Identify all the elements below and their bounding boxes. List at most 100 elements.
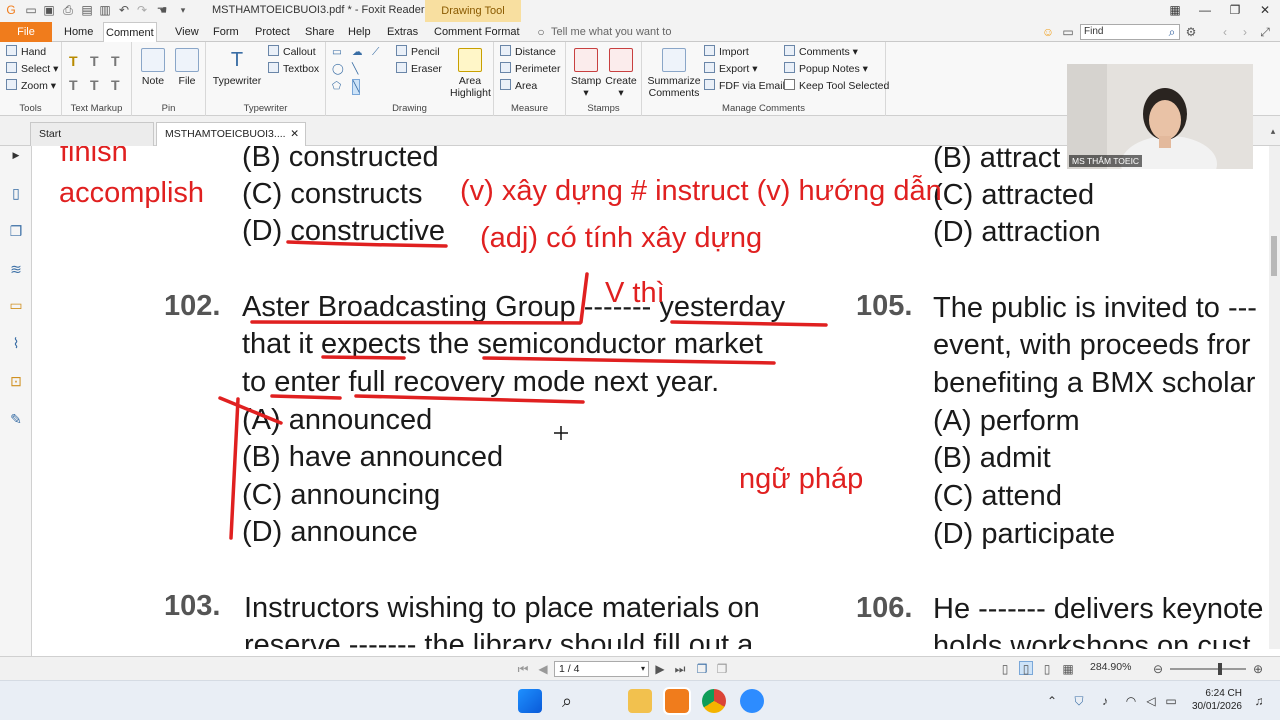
polyline-icon[interactable]: ⟋ [372, 45, 379, 59]
polygon-icon[interactable]: ⬠ [332, 79, 341, 93]
foxit-reader-taskbar-icon[interactable] [663, 687, 691, 715]
ribbon-display-icon[interactable]: ▦ [1166, 2, 1184, 18]
distance-button[interactable]: Distance [500, 45, 556, 59]
notifications-bell-icon[interactable]: ♫ [1252, 694, 1266, 708]
message-icon[interactable]: ▭ [1061, 25, 1075, 39]
oval-icon[interactable]: ◯ [332, 62, 344, 76]
layers-icon[interactable]: ≋ [7, 260, 25, 278]
arrow-line-icon[interactable]: ╲ [352, 79, 361, 95]
close-button[interactable]: ✕ [1256, 2, 1274, 18]
create-stamp-button[interactable]: Create ▾ [604, 48, 638, 99]
customize-qa-icon[interactable]: ▾ [176, 3, 190, 17]
battery-icon[interactable]: ▭ [1164, 694, 1178, 708]
replace-text-icon[interactable]: T [90, 78, 99, 92]
minimize-button[interactable]: — [1196, 2, 1214, 18]
security-lock-icon[interactable]: ⊡ [7, 372, 25, 390]
zoom-level[interactable]: 284.90% [1090, 661, 1131, 673]
next-view-icon[interactable]: ❐ [715, 662, 729, 676]
zoom-in-icon[interactable]: ⊕ [1251, 662, 1265, 676]
zoom-slider[interactable] [1170, 668, 1246, 670]
pages-icon[interactable]: ▥ [98, 3, 112, 17]
next-page-icon[interactable]: ▶ [653, 662, 667, 676]
hand-tool[interactable]: Hand [6, 45, 46, 59]
properties-icon[interactable]: ▤ [80, 3, 94, 17]
zoom-tool[interactable]: Zoom ▾ [6, 79, 56, 93]
document-page[interactable]: (B) constructed (C) constructs (D) const… [40, 146, 1269, 649]
volume-icon[interactable]: ◁ [1144, 694, 1158, 708]
file-tab[interactable]: File [0, 22, 52, 42]
system-clock[interactable]: 6:24 CH 30/01/2026 [1192, 687, 1242, 713]
strikeout-icon[interactable]: T [69, 78, 78, 92]
single-page-icon[interactable]: ▯ [998, 662, 1012, 676]
zoom-slider-handle[interactable] [1218, 663, 1222, 675]
textbox-button[interactable]: Textbox [268, 62, 319, 76]
summarize-comments-button[interactable]: Summarize Comments [646, 48, 702, 99]
file-explorer-icon[interactable] [628, 689, 652, 713]
facing-page-icon[interactable]: ▯ [1040, 662, 1054, 676]
previous-view-icon[interactable]: ❐ [695, 662, 709, 676]
restore-button[interactable]: ❐ [1226, 2, 1244, 18]
page-dropdown-icon[interactable]: ▾ [641, 662, 645, 676]
page-thumbnails-icon[interactable]: ❐ [7, 222, 25, 240]
underline-icon[interactable]: T [111, 54, 120, 68]
wifi-icon[interactable]: ◠ [1124, 694, 1138, 708]
last-page-icon[interactable]: ⏭ [673, 662, 687, 676]
area-button[interactable]: Area [500, 79, 537, 93]
settings-gear-icon[interactable]: ⚙ [1184, 25, 1198, 39]
tab-help[interactable]: Help [346, 22, 373, 42]
windows-start-icon[interactable] [518, 689, 542, 713]
keep-tool-selected-checkbox[interactable]: Keep Tool Selected [784, 79, 889, 93]
tab-document[interactable]: MSTHAMTOEICBUOI3.... ✕ [156, 122, 306, 146]
signature-icon[interactable]: ✎ [7, 410, 25, 428]
open-icon[interactable]: ▭ [24, 3, 38, 17]
pencil-button[interactable]: Pencil [396, 45, 440, 59]
select-tool[interactable]: Select ▾ [6, 62, 58, 76]
back-arrow-icon[interactable]: ‹ [1218, 25, 1232, 39]
tab-share[interactable]: Share [303, 22, 336, 42]
first-page-icon[interactable]: ⏮ [516, 662, 530, 676]
popup-notes-dropdown[interactable]: Popup Notes ▾ [784, 62, 868, 76]
close-tab-icon[interactable]: ✕ [290, 123, 299, 145]
typewriter-button[interactable]: T Typewriter [212, 48, 262, 87]
search-icon[interactable]: ⌕ [1165, 25, 1179, 39]
expand-panel-icon[interactable]: ▶ [7, 146, 25, 164]
undo-icon[interactable]: ↶ [117, 3, 131, 17]
highlight-text-icon[interactable]: T [69, 54, 78, 68]
area-highlight-button[interactable]: Area Highlight [450, 48, 491, 99]
cloud-icon[interactable]: ☁ [352, 45, 363, 59]
rectangle-icon[interactable]: ▭ [332, 45, 342, 59]
eraser-button[interactable]: Eraser [396, 62, 442, 76]
tab-start[interactable]: Start [30, 122, 154, 146]
print-icon[interactable]: ⎙ [61, 3, 75, 17]
tab-extras[interactable]: Extras [385, 22, 420, 42]
show-hidden-icons-icon[interactable]: ⌃ [1045, 694, 1059, 708]
microphone-icon[interactable]: ♪ [1098, 694, 1112, 708]
stamp-button[interactable]: Stamp ▾ [570, 48, 602, 99]
note-button[interactable]: Note [140, 48, 166, 87]
continuous-page-icon[interactable]: ▯ [1019, 661, 1033, 676]
tab-view[interactable]: View [173, 22, 201, 42]
collapse-ribbon-icon[interactable]: ▴ [1266, 124, 1280, 138]
bookmark-icon[interactable]: ▯ [7, 184, 25, 202]
import-button[interactable]: Import [704, 45, 749, 59]
perimeter-button[interactable]: Perimeter [500, 62, 561, 76]
scrollbar-thumb[interactable] [1271, 236, 1277, 276]
zoom-app-icon[interactable] [740, 689, 764, 713]
chrome-icon[interactable] [702, 689, 726, 713]
previous-page-icon[interactable]: ◀ [536, 662, 550, 676]
drawing-tool-context-tab[interactable]: Drawing Tool [425, 0, 521, 22]
redo-icon[interactable]: ↷ [135, 3, 149, 17]
callout-button[interactable]: Callout [268, 45, 316, 59]
forward-arrow-icon[interactable]: › [1238, 25, 1252, 39]
smiley-icon[interactable]: ☺ [1041, 25, 1055, 39]
vertical-scrollbar[interactable] [1269, 146, 1280, 649]
page-number-field[interactable]: 1 / 4 ▾ [554, 661, 649, 677]
tab-form[interactable]: Form [211, 22, 241, 42]
search-icon[interactable]: ⌕ [555, 689, 579, 713]
insert-text-icon[interactable]: T [111, 78, 120, 92]
defender-icon[interactable]: ⛉ [1072, 694, 1086, 708]
file-attach-button[interactable]: File [174, 48, 200, 87]
squiggly-icon[interactable]: T [90, 54, 99, 68]
comments-dropdown[interactable]: Comments ▾ [784, 45, 858, 59]
continuous-facing-icon[interactable]: ▦ [1061, 662, 1075, 676]
